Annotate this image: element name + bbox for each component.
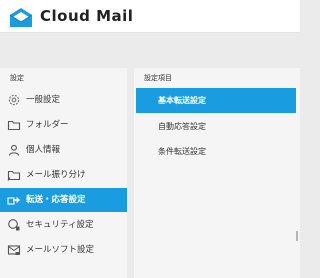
forward-icon	[7, 197, 20, 205]
app-window: Cloud Mail 設定 一般設定 フォルダー 個人情報 メール振り分け 転送…	[0, 0, 300, 278]
sidebar-item-label: 転送・応答設定	[26, 195, 86, 205]
gear-icon	[8, 94, 20, 106]
folder-sort-icon	[7, 170, 21, 181]
settings-item-basic-forwarding[interactable]: 基本転送設定	[136, 88, 296, 113]
settings-items-panel: 設定項目 基本転送設定 自動応答設定 条件転送設定	[134, 68, 300, 278]
sidebar-item-label: セキュリティ設定	[26, 220, 94, 230]
mail-software-icon	[7, 245, 21, 255]
scrollbar-thumb[interactable]	[296, 231, 298, 241]
sidebar-item-label: 個人情報	[26, 145, 61, 155]
sidebar-item-general[interactable]: 一般設定	[0, 88, 127, 112]
app-title: Cloud Mail	[40, 7, 134, 25]
sidebar-item-forwarding[interactable]: 転送・応答設定	[0, 188, 127, 212]
settings-item-auto-reply[interactable]: 自動応答設定	[134, 114, 300, 139]
person-icon	[8, 144, 20, 156]
settings-sidebar: 設定 一般設定 フォルダー 個人情報 メール振り分け 転送・応答設定 セキュリテ…	[0, 68, 127, 278]
sidebar-item-mail-sorting[interactable]: メール振り分け	[0, 163, 127, 187]
sidebar-item-label: メールソフト設定	[26, 245, 95, 255]
sidebar-item-security[interactable]: セキュリティ設定	[0, 213, 127, 237]
settings-item-conditional-forwarding[interactable]: 条件転送設定	[134, 139, 300, 164]
sidebar-item-folder[interactable]: フォルダー	[0, 113, 127, 137]
sidebar-item-mail-software[interactable]: メールソフト設定	[0, 238, 127, 262]
folder-icon	[7, 120, 21, 131]
sidebar-item-personal-info[interactable]: 個人情報	[0, 138, 127, 162]
sidebar-item-label: フォルダー	[26, 120, 69, 130]
settings-item-label: 条件転送設定	[158, 147, 206, 156]
shield-icon	[8, 219, 20, 231]
settings-item-label: 自動応答設定	[158, 122, 206, 131]
sidebar-heading: 設定	[10, 74, 24, 82]
sidebar-item-label: メール振り分け	[26, 170, 86, 180]
sidebar-item-label: 一般設定	[26, 95, 61, 105]
app-header: Cloud Mail	[0, 0, 300, 33]
settings-item-label: 基本転送設定	[158, 96, 206, 105]
settings-items-heading: 設定項目	[144, 74, 172, 82]
cloud-mail-logo-icon[interactable]	[8, 6, 34, 28]
